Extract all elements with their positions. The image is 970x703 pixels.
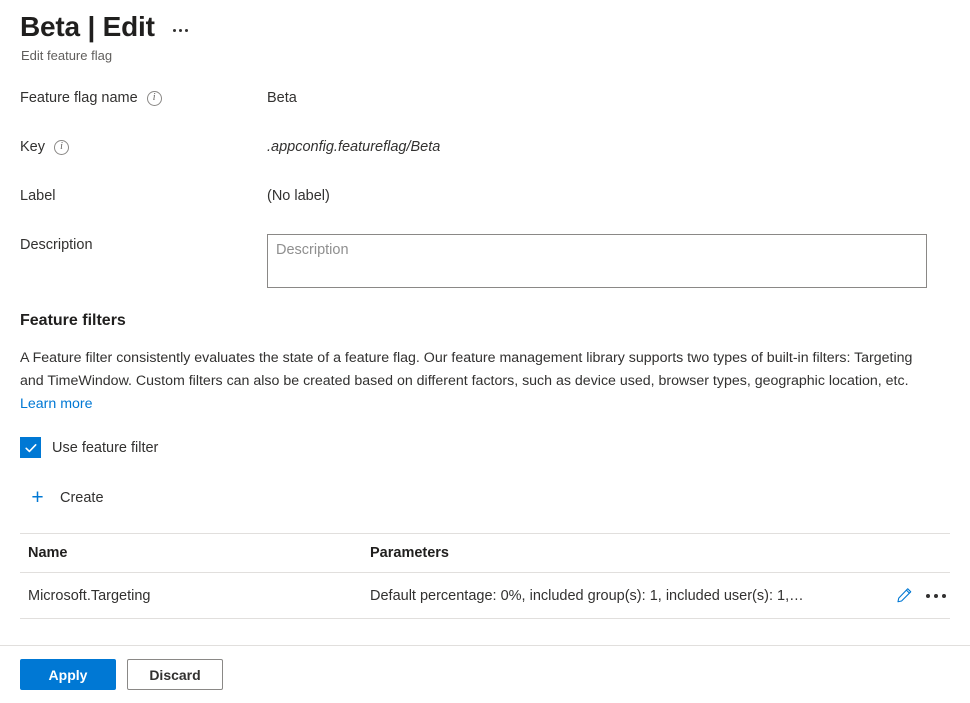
- label-label: Label: [20, 185, 267, 206]
- footer-actions: Apply Discard: [0, 645, 970, 703]
- form-row-key: Key i .appconfig.featureflag/Beta: [0, 136, 970, 166]
- edit-filter-button[interactable]: [894, 586, 914, 606]
- cell-filter-name: Microsoft.Targeting: [20, 588, 370, 604]
- row-more-menu-button[interactable]: [924, 590, 948, 602]
- label-feature-flag-name: Feature flag name i: [20, 87, 267, 108]
- value-feature-flag-name: Beta: [267, 87, 297, 108]
- row-actions: [894, 586, 950, 606]
- form-row-label: Label (No label): [0, 185, 970, 215]
- value-key: .appconfig.featureflag/Beta: [267, 136, 440, 157]
- label-text: Feature flag name: [20, 88, 138, 108]
- form-row-description: Description: [0, 234, 970, 288]
- label-text: Key: [20, 137, 45, 157]
- use-feature-filter-checkbox-row[interactable]: Use feature filter: [0, 437, 158, 458]
- feature-filters-section: Feature filters A Feature filter consist…: [0, 310, 970, 416]
- ellipsis-icon: [942, 594, 946, 598]
- form-area: Feature flag name i Beta Key i .appconfi…: [0, 87, 970, 288]
- ellipsis-icon: [185, 29, 188, 32]
- apply-button[interactable]: Apply: [20, 659, 116, 690]
- description-input[interactable]: [267, 234, 927, 288]
- create-filter-label: Create: [60, 490, 104, 506]
- feature-filters-table: Name Parameters Microsoft.Targeting Defa…: [20, 533, 950, 619]
- feature-filters-description-text: A Feature filter consistently evaluates …: [20, 350, 912, 389]
- plus-icon: +: [28, 487, 47, 508]
- pencil-icon: [896, 587, 913, 604]
- info-icon[interactable]: i: [54, 140, 69, 155]
- page-title: Beta | Edit: [20, 10, 155, 44]
- ellipsis-icon: [173, 29, 176, 32]
- label-description: Description: [20, 234, 267, 255]
- use-feature-filter-label: Use feature filter: [52, 438, 158, 458]
- discard-button[interactable]: Discard: [127, 659, 223, 690]
- form-row-feature-flag-name: Feature flag name i Beta: [0, 87, 970, 117]
- label-key: Key i: [20, 136, 267, 157]
- feature-filters-description: A Feature filter consistently evaluates …: [20, 347, 930, 416]
- column-header-parameters: Parameters: [370, 545, 950, 561]
- ellipsis-icon: [934, 594, 938, 598]
- ellipsis-icon: [179, 29, 182, 32]
- table-header-row: Name Parameters: [20, 534, 950, 573]
- learn-more-link[interactable]: Learn more: [20, 396, 93, 412]
- value-label: (No label): [267, 185, 330, 206]
- checkmark-icon: [24, 441, 38, 455]
- info-icon[interactable]: i: [147, 91, 162, 106]
- label-text: Label: [20, 186, 55, 206]
- column-header-name: Name: [20, 545, 370, 561]
- table-row[interactable]: Microsoft.Targeting Default percentage: …: [20, 573, 950, 619]
- cell-filter-parameters: Default percentage: 0%, included group(s…: [370, 588, 894, 604]
- feature-filters-title: Feature filters: [20, 310, 950, 332]
- page-subtitle: Edit feature flag: [21, 47, 970, 65]
- use-feature-filter-checkbox[interactable]: [20, 437, 41, 458]
- label-text: Description: [20, 235, 93, 255]
- ellipsis-icon: [926, 594, 930, 598]
- title-row: Beta | Edit: [20, 10, 970, 44]
- header-more-menu-button[interactable]: [169, 23, 192, 38]
- create-filter-button[interactable]: + Create: [0, 487, 104, 508]
- page-header: Beta | Edit Edit feature flag: [0, 0, 970, 65]
